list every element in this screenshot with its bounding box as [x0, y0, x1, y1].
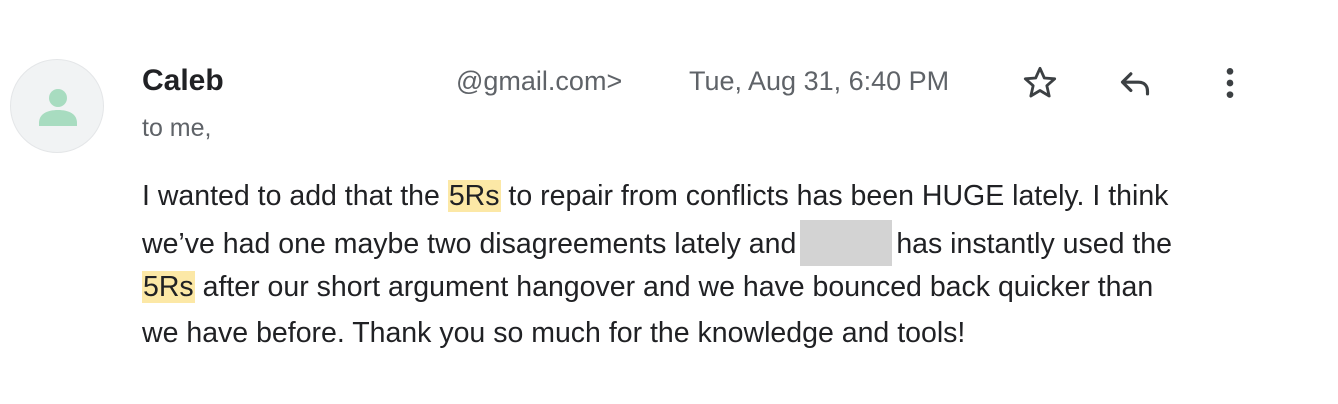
redacted-name — [800, 219, 893, 266]
reply-icon — [1120, 72, 1150, 96]
body-line: we have before. Thank you so much for th… — [142, 316, 966, 349]
body-text: has instantly used the — [896, 227, 1172, 260]
recipient-line[interactable]: to me, — [142, 114, 211, 143]
sender-avatar[interactable] — [10, 59, 104, 153]
star-icon — [1023, 66, 1057, 98]
reply-button[interactable] — [1112, 60, 1158, 106]
sender-email: @gmail.com> — [456, 66, 623, 96]
body-text: we’ve had one maybe two disagreements la… — [142, 227, 797, 260]
body-line: we’ve had one maybe two disagreements la… — [142, 219, 1302, 266]
message-date: Tue, Aug 31, 6:40 PM — [689, 66, 950, 96]
star-button[interactable] — [1017, 60, 1063, 106]
sender-name: Caleb — [142, 64, 224, 97]
body-text: I wanted to add that the — [142, 180, 448, 212]
body-line: I wanted to add that the 5Rs to repair f… — [142, 174, 1302, 220]
highlighted-term: 5Rs — [447, 180, 501, 212]
body-text: to repair from conflicts has been HUGE l… — [500, 180, 1169, 212]
body-text: after our short argument hangover and we… — [194, 271, 1154, 303]
highlighted-term: 5Rs — [142, 271, 195, 303]
more-vert-icon — [1226, 68, 1234, 98]
body-line: 5Rs after our short argument hangover an… — [142, 265, 1302, 311]
person-icon — [39, 89, 77, 126]
more-options-button[interactable] — [1207, 60, 1253, 106]
message-body: I wanted to add that the 5Rs to repair f… — [142, 174, 1302, 356]
